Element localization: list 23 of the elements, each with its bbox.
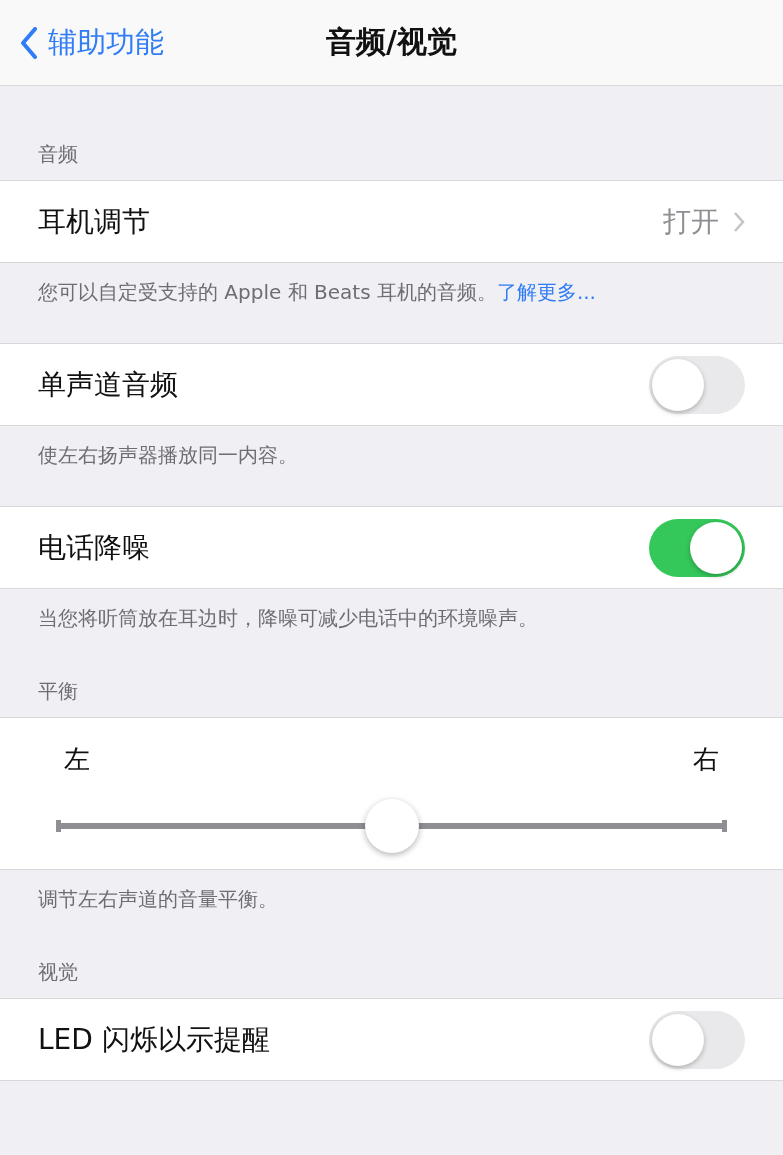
page-title: 音频/视觉: [326, 23, 457, 61]
back-chevron-icon: [20, 26, 38, 59]
section-header: 视觉: [37, 959, 79, 986]
section-footer: 您可以自定受支持的 Apple 和 Beats 耳机的音频。了解更多...: [38, 280, 596, 304]
section-footer: 使左右扬声器播放同一内容。: [38, 443, 298, 467]
row-value: 打开: [663, 203, 719, 240]
back-button[interactable]: 辅助功能: [0, 22, 164, 63]
learn-more-link[interactable]: 了解更多...: [496, 280, 596, 304]
row-label: 电话降噪: [38, 529, 150, 566]
toggle-switch[interactable]: [649, 518, 745, 577]
row-label: 耳机调节: [38, 203, 150, 240]
section-header: 音频: [37, 141, 79, 168]
slider-thumb[interactable]: [364, 799, 419, 853]
section-footer: 当您将听筒放在耳边时，降噪可减少电话中的环境噪声。: [38, 606, 538, 630]
row-label: LED 闪烁以示提醒: [38, 1021, 270, 1058]
section-header: 平衡: [37, 678, 79, 705]
toggle-switch[interactable]: [649, 355, 745, 414]
toggle-switch[interactable]: [649, 1010, 745, 1069]
section-footer: 调节左右声道的音量平衡。: [38, 887, 278, 911]
row-label: 单声道音频: [38, 366, 178, 403]
chevron-icon: [733, 210, 745, 233]
slider-left-label: 左: [64, 743, 90, 776]
slider-right-label: 右: [693, 743, 719, 776]
